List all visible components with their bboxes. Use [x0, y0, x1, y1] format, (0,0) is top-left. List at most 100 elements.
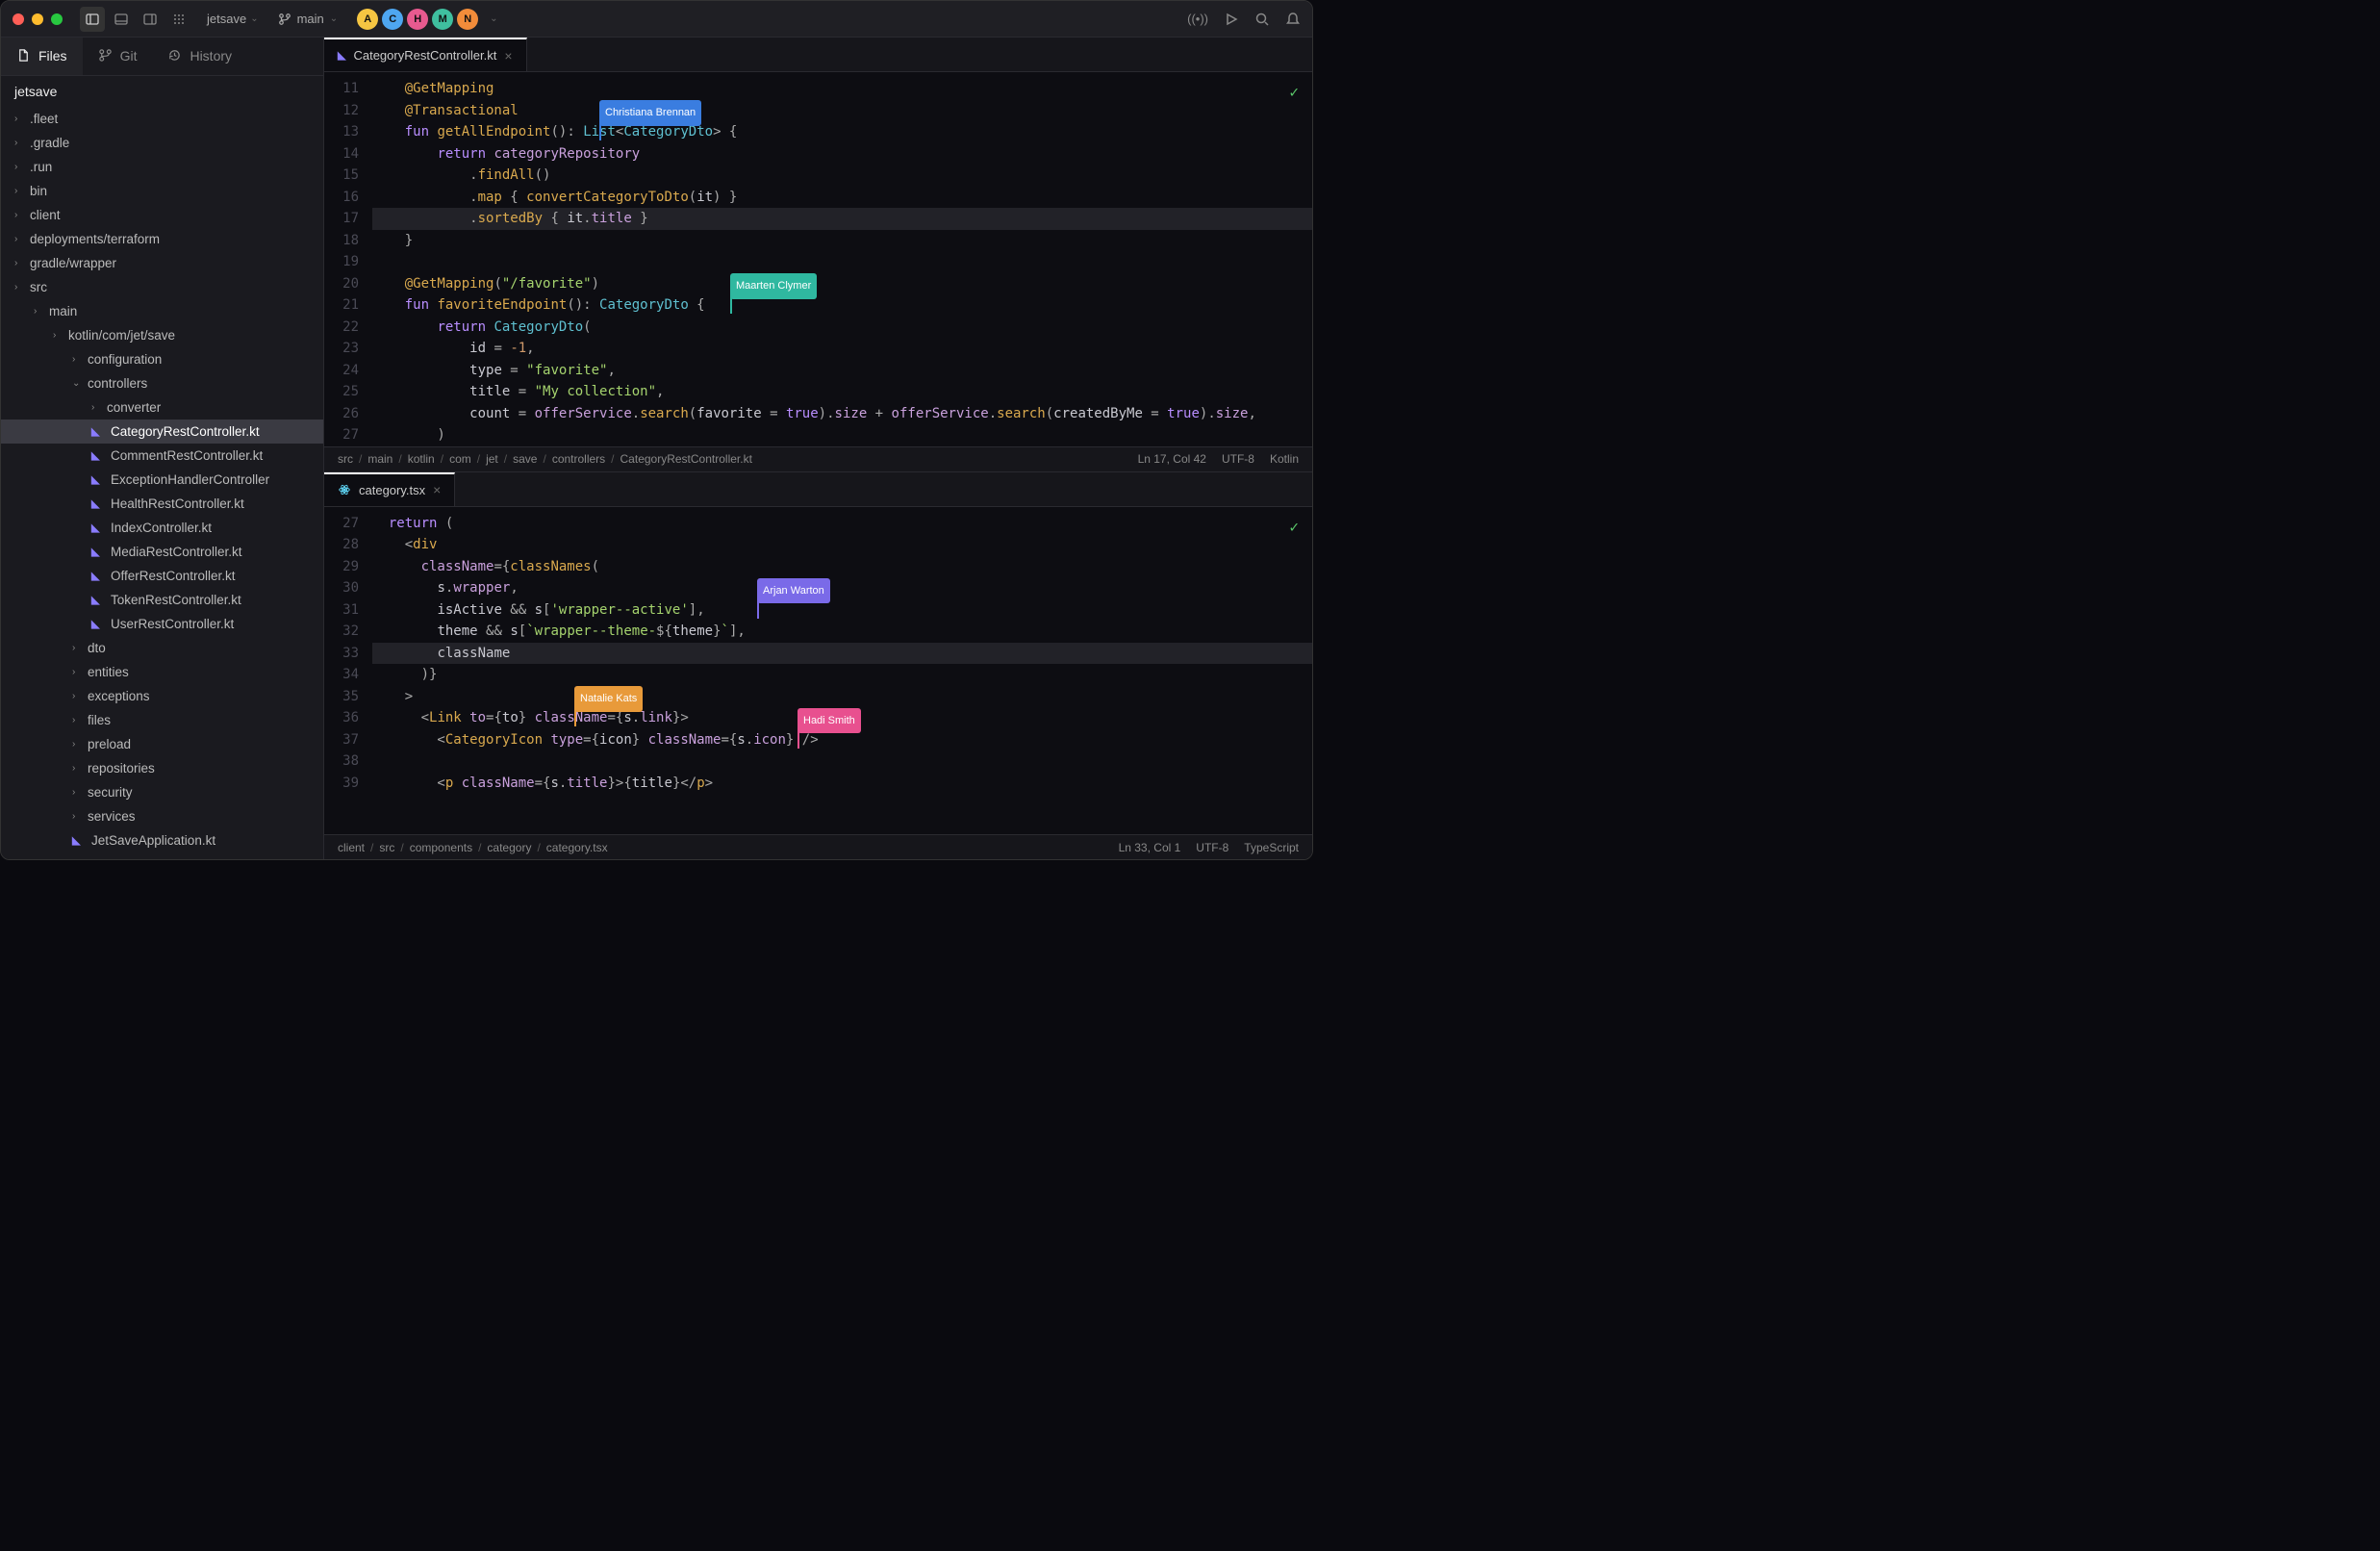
breadcrumb[interactable]: client/src/components/category/category.… [338, 841, 608, 854]
tree-item-label: deployments/terraform [30, 232, 160, 246]
minimize-window[interactable] [32, 13, 43, 25]
tree-item[interactable]: ›converter [1, 395, 323, 420]
tree-item[interactable]: ›entities [1, 660, 323, 684]
avatar[interactable]: N [457, 9, 478, 30]
tree-item[interactable]: ›preload [1, 732, 323, 756]
gutter: 27282930313233343536373839 [324, 507, 372, 835]
tree-item-label: CommentRestController.kt [111, 448, 263, 463]
tree-item[interactable]: ›kotlin/com/jet/save [1, 323, 323, 347]
panel-right-icon[interactable] [138, 7, 163, 32]
tree-item[interactable]: ›configuration [1, 347, 323, 371]
tree-item-label: JetSaveApplication.kt [91, 833, 215, 848]
tree-item[interactable]: ›.fleet [1, 107, 323, 131]
avatar[interactable]: A [357, 9, 378, 30]
tree-item[interactable]: ›dto [1, 636, 323, 660]
tree-item-label: exceptions [88, 689, 150, 703]
tree-item-label: files [88, 713, 111, 727]
editor-tab[interactable]: category.tsx × [324, 472, 455, 506]
language[interactable]: TypeScript [1244, 841, 1299, 854]
tree-item[interactable]: ◣CommentRestController.kt [1, 444, 323, 468]
tree-item-label: client [30, 208, 61, 222]
status-bar: client/src/components/category/category.… [324, 834, 1312, 859]
chevron-icon: › [72, 787, 82, 798]
react-icon [338, 483, 351, 496]
code-editor[interactable]: ✓ 27282930313233343536373839 return ( <d… [324, 507, 1312, 835]
panel-bottom-icon[interactable] [109, 7, 134, 32]
code-content[interactable]: @GetMapping @Transactional fun getAllEnd… [372, 72, 1312, 446]
tree-item[interactable]: ›repositories [1, 756, 323, 780]
tree-item[interactable]: ◣MediaRestController.kt [1, 540, 323, 564]
tree-item[interactable]: ›.run [1, 155, 323, 179]
grid-icon[interactable] [166, 7, 191, 32]
project-name: jetsave [207, 12, 246, 26]
tree-item[interactable]: ›security [1, 780, 323, 804]
close-icon[interactable]: × [433, 482, 441, 497]
tree-item[interactable]: ›.gradle [1, 131, 323, 155]
run-icon[interactable] [1224, 12, 1239, 27]
tree-item[interactable]: ◣OfferRestController.kt [1, 564, 323, 588]
tree-item[interactable]: ◣CategoryRestController.kt [1, 420, 323, 444]
language[interactable]: Kotlin [1270, 452, 1299, 466]
tree-item-label: dto [88, 641, 106, 655]
collaborator-cursor: Natalie Kats [574, 686, 643, 712]
kotlin-icon: ◣ [91, 618, 105, 630]
code-content[interactable]: return ( <div className={classNames( s.w… [372, 507, 1312, 835]
tree-item[interactable]: ◣ExceptionHandlerController [1, 468, 323, 492]
chevron-icon: › [14, 186, 24, 196]
editor-pane-bottom: category.tsx × ✓ 27282930313233343536373… [324, 472, 1312, 860]
tree-item[interactable]: ›gradle/wrapper [1, 251, 323, 275]
tree-item[interactable]: ◣IndexController.kt [1, 516, 323, 540]
project-root[interactable]: jetsave [1, 76, 323, 107]
tree-item[interactable]: ›main [1, 299, 323, 323]
cursor-position[interactable]: Ln 33, Col 1 [1119, 841, 1181, 854]
tree-item-label: configuration [88, 352, 162, 367]
chevron-icon: › [34, 306, 43, 317]
tab-git[interactable]: Git [83, 38, 153, 75]
maximize-window[interactable] [51, 13, 63, 25]
branch-selector[interactable]: main ⌄ [278, 12, 339, 26]
cursor-position[interactable]: Ln 17, Col 42 [1138, 452, 1206, 466]
tab-history[interactable]: History [152, 38, 247, 75]
code-editor[interactable]: ✓ 1112131415161718192021222324252627 @Ge… [324, 72, 1312, 446]
collaborator-cursor: Arjan Warton [757, 578, 830, 604]
tree-item[interactable]: ›client [1, 203, 323, 227]
editor-tabs: category.tsx × [324, 472, 1312, 507]
breadcrumb[interactable]: src/main/kotlin/com/jet/save/controllers… [338, 452, 752, 466]
kotlin-icon: ◣ [91, 521, 105, 534]
close-window[interactable] [13, 13, 24, 25]
tree-item[interactable]: ›bin [1, 179, 323, 203]
tree-item[interactable]: ⌄controllers [1, 371, 323, 395]
panel-left-icon[interactable] [80, 7, 105, 32]
kotlin-icon: ◣ [338, 49, 345, 62]
avatar[interactable]: C [382, 9, 403, 30]
tree-item[interactable]: ◣JetSaveApplication.kt [1, 828, 323, 852]
tab-files[interactable]: Files [1, 38, 83, 75]
chevron-down-icon[interactable]: ⌄ [490, 13, 497, 24]
project-selector[interactable]: jetsave ⌄ [207, 12, 259, 26]
tree-item[interactable]: ◣ UserRestController.kt [1, 612, 323, 636]
tree-item[interactable]: ›services [1, 804, 323, 828]
tree-item-label: TokenRestController.kt [111, 593, 241, 607]
search-icon[interactable] [1254, 12, 1270, 27]
chevron-icon: › [72, 667, 82, 677]
chevron-icon: › [72, 691, 82, 701]
tree-item-label: repositories [88, 761, 155, 776]
tree-item[interactable]: › exceptions [1, 684, 323, 708]
tree-item[interactable]: ◣HealthRestController.kt [1, 492, 323, 516]
tab-label: History [190, 48, 232, 64]
avatar[interactable]: M [432, 9, 453, 30]
editor-tab[interactable]: ◣ CategoryRestController.kt × [324, 38, 527, 71]
broadcast-icon[interactable]: ((•)) [1187, 12, 1208, 26]
close-icon[interactable]: × [504, 48, 512, 64]
tree-item[interactable]: ◣TokenRestController.kt [1, 588, 323, 612]
tree-item[interactable]: › files [1, 708, 323, 732]
encoding[interactable]: UTF-8 [1222, 452, 1254, 466]
tree-item-label: UserRestController.kt [111, 617, 234, 631]
tree-item[interactable]: ›src [1, 275, 323, 299]
avatar[interactable]: H [407, 9, 428, 30]
collaborator-cursor: Maarten Clymer [730, 273, 817, 299]
encoding[interactable]: UTF-8 [1196, 841, 1228, 854]
bell-icon[interactable] [1285, 12, 1301, 27]
tree-item[interactable]: ›deployments/terraform [1, 227, 323, 251]
chevron-icon: › [72, 715, 82, 725]
